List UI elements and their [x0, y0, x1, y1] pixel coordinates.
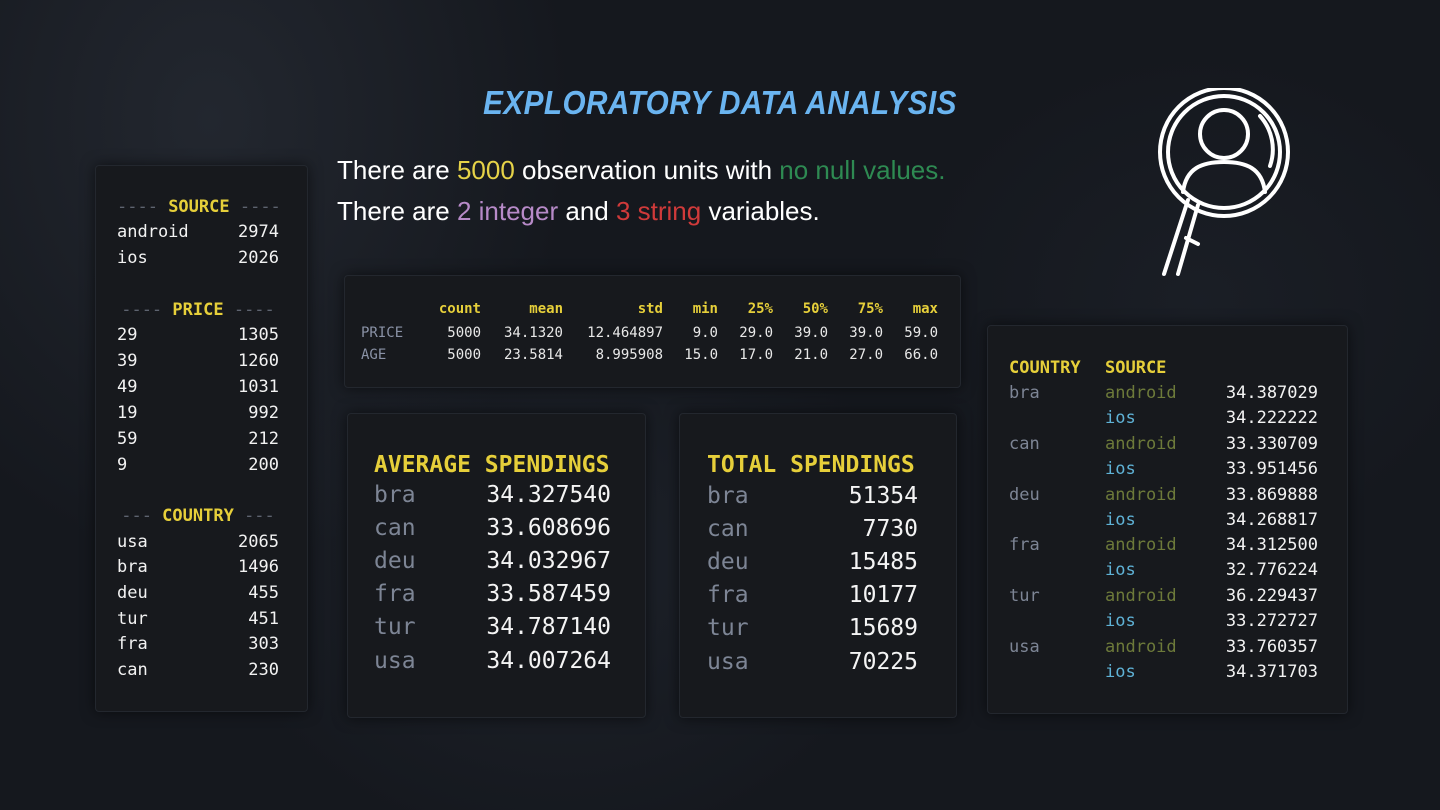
country-label: can	[1009, 434, 1040, 454]
table-row: PRICE 5000 34.1320 12.464897 9.0 29.0 39…	[361, 325, 938, 341]
row-key: deu	[707, 549, 749, 575]
intro-line-2: There are 2 integer and 3 string variabl…	[337, 196, 820, 226]
list-item: fra 303	[117, 634, 279, 654]
row-key: can	[374, 515, 416, 541]
row-value: 34.032967	[486, 548, 611, 574]
row-value: 34.787140	[486, 614, 611, 640]
row-key: usa	[707, 649, 749, 675]
user-search-icon	[1158, 88, 1290, 276]
row-value: 33.587459	[486, 581, 611, 607]
country-label: bra	[1009, 383, 1040, 403]
column-header	[361, 300, 409, 322]
list-item: tur 451	[117, 609, 279, 629]
group-value: 36.229437	[1225, 586, 1318, 606]
group-value: 34.222222	[1225, 408, 1318, 428]
group-value: 33.760357	[1225, 637, 1318, 657]
list-item: deu 455	[117, 583, 279, 603]
group-value: 33.951456	[1225, 459, 1318, 479]
table-header-row: count mean std min 25% 50% 75% max	[361, 300, 938, 322]
source-label: android	[1105, 535, 1177, 555]
row-key: can	[707, 516, 749, 542]
group-value: 33.330709	[1225, 434, 1318, 454]
group-value: 34.371703	[1225, 662, 1318, 682]
list-item: 39 1260	[117, 351, 279, 371]
list-item: 19 992	[117, 403, 279, 423]
intro-text: There are 5000 observation units with no…	[337, 150, 946, 232]
country-label: deu	[1009, 485, 1040, 505]
total-spendings-header: TOTAL SPENDINGS	[707, 452, 915, 478]
source-label: android	[1105, 586, 1177, 606]
country-column-header: COUNTRY	[1009, 358, 1081, 378]
row-value: 34.007264	[486, 648, 611, 674]
source-label: ios	[1105, 611, 1136, 631]
column-header: 50%	[802, 301, 828, 317]
row-value: 33.608696	[486, 515, 611, 541]
describe-table-panel: count mean std min 25% 50% 75% max PRICE…	[344, 275, 961, 388]
list-item: android 2974	[117, 222, 279, 242]
country-label: usa	[1009, 637, 1040, 657]
list-item: usa 2065	[117, 532, 279, 552]
table-row: AGE 5000 23.5814 8.995908 15.0 17.0 21.0…	[361, 347, 938, 363]
list-item: 49 1031	[117, 377, 279, 397]
row-key: fra	[707, 582, 749, 608]
column-header: mean	[529, 301, 563, 317]
column-header: max	[912, 301, 938, 317]
list-item: 29 1305	[117, 325, 279, 345]
group-value: 34.312500	[1225, 535, 1318, 555]
row-value: 15485	[848, 549, 918, 575]
row-value: 34.327540	[486, 482, 611, 508]
describe-table: count mean std min 25% 50% 75% max PRICE…	[361, 300, 938, 366]
average-spendings-panel: AVERAGE SPENDINGS bra 34.327540 can 33.6…	[347, 413, 646, 718]
row-key: bra	[374, 482, 416, 508]
column-header: std	[637, 301, 663, 317]
country-source-panel: COUNTRY SOURCE bra android 34.387029 ios…	[987, 325, 1348, 714]
country-label: fra	[1009, 535, 1040, 555]
source-column-header: SOURCE	[1105, 358, 1167, 378]
column-header: 75%	[857, 301, 883, 317]
row-value: 7730	[862, 516, 918, 542]
source-label: ios	[1105, 408, 1136, 428]
group-value: 34.268817	[1225, 510, 1318, 530]
row-value: 70225	[848, 649, 918, 675]
average-spendings-header: AVERAGE SPENDINGS	[374, 452, 610, 478]
row-key: tur	[707, 615, 749, 641]
source-label: android	[1105, 485, 1177, 505]
value-counts-panel: ---- SOURCE ---- android 2974 ios 2026 ---…	[95, 165, 308, 712]
list-item: bra 1496	[117, 557, 279, 577]
group-value: 34.387029	[1225, 383, 1318, 403]
total-spendings-panel: TOTAL SPENDINGS bra 51354 can 7730 deu 1…	[679, 413, 957, 718]
row-key: tur	[374, 614, 416, 640]
row-value: 15689	[848, 615, 918, 641]
source-label: android	[1105, 383, 1177, 403]
column-header: min	[692, 301, 718, 317]
column-header: 25%	[747, 301, 773, 317]
row-key: deu	[374, 548, 416, 574]
row-value: 10177	[848, 582, 918, 608]
list-item: can 230	[117, 660, 279, 680]
group-value: 33.272727	[1225, 611, 1318, 631]
intro-line-1: There are 5000 observation units with no…	[337, 155, 946, 185]
source-header: ---- SOURCE ----	[117, 197, 281, 217]
group-value: 33.869888	[1225, 485, 1318, 505]
source-label: ios	[1105, 662, 1136, 682]
list-item: 59 212	[117, 429, 279, 449]
source-label: ios	[1105, 560, 1136, 580]
list-item: ios 2026	[117, 248, 279, 268]
country-header: --- COUNTRY ---	[121, 506, 275, 526]
price-header: ---- PRICE ----	[121, 300, 275, 320]
row-key: bra	[707, 483, 749, 509]
column-header: count	[438, 301, 481, 317]
row-value: 51354	[848, 483, 918, 509]
source-label: ios	[1105, 459, 1136, 479]
row-key: usa	[374, 648, 416, 674]
source-label: ios	[1105, 510, 1136, 530]
group-value: 32.776224	[1225, 560, 1318, 580]
list-item: 9 200	[117, 455, 279, 475]
source-label: android	[1105, 637, 1177, 657]
row-key: fra	[374, 581, 416, 607]
country-label: tur	[1009, 586, 1040, 606]
source-label: android	[1105, 434, 1177, 454]
